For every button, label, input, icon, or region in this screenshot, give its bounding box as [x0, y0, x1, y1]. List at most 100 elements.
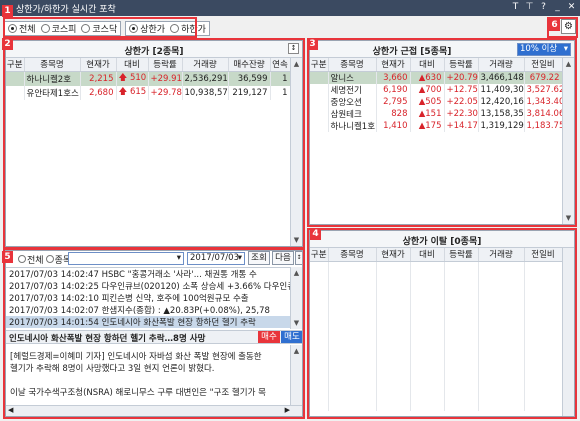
change-value: 151	[425, 108, 442, 119]
list-item[interactable]: 2017/07/03 14:02:07 한샘지수(종합) : ▲20.83P(+…	[6, 304, 292, 316]
radio-dot	[45, 255, 54, 263]
radio-all[interactable]: 전체	[8, 22, 36, 35]
column-header[interactable]: 전일비	[524, 58, 563, 72]
column-header[interactable]: 구분	[310, 58, 329, 72]
vertical-scrollbar[interactable]: ▲ ▼	[562, 58, 574, 224]
news-list-scrollbar[interactable]: ▲ ▼	[290, 267, 302, 329]
scroll-down-icon[interactable]: ▼	[291, 317, 302, 329]
search-button[interactable]: 조회	[248, 251, 270, 265]
column-header[interactable]: 등락률	[444, 248, 479, 262]
radio-dot	[129, 23, 139, 33]
calendar-icon: ▾	[237, 253, 242, 263]
news-body: [헤럴드경제=이혜미 기자] 인도네시아 자바섬 화산 폭발 현장에 출동한 헬…	[10, 351, 290, 399]
change-value: 615	[129, 86, 147, 97]
column-header[interactable]: 구분	[6, 58, 25, 72]
price-cell: 2,795	[376, 95, 411, 108]
help-icon[interactable]: ?	[539, 2, 548, 13]
badge-5: 5	[2, 251, 13, 263]
radio-upper-limit[interactable]: 상한가	[129, 22, 165, 35]
table-row[interactable]: 하나니켈2호 2,215 🡅 510 +29.91 2,536,291 36,5…	[6, 71, 291, 86]
column-header[interactable]: 거래량	[182, 58, 229, 72]
list-item[interactable]: 2017/07/03 14:01:54 인도네시아 화산폭발 현장 항하던 헬기…	[6, 316, 292, 328]
table-row[interactable]: 알니스 3,660 ▲630 +20.79 3,466,148 679.22	[310, 71, 563, 84]
column-header[interactable]: 현재가	[376, 58, 411, 72]
radio-label: 코스피	[51, 24, 77, 35]
column-header[interactable]: 현재가	[376, 248, 411, 262]
settings-button[interactable]: ⚙	[561, 19, 576, 34]
limit-break-table: 구분 종목명 현재가 대비 등락률 거래량 전일비	[310, 248, 563, 411]
news-headline-bar: 인도네시아 화산폭발 현장 항하던 헬기 추락…8명 사망 매수 매도	[6, 330, 302, 344]
streak-cell: 1	[270, 85, 291, 100]
scroll-up-icon[interactable]: ▲	[291, 345, 302, 357]
market-filter: 전체 코스피 코스닥 상한가 하한가	[4, 19, 210, 37]
scroll-up-icon[interactable]: ▲	[291, 267, 302, 279]
column-header[interactable]: 현재가	[80, 58, 117, 72]
price-cell: 6,190	[376, 83, 411, 96]
column-header[interactable]: 매수잔량	[228, 58, 271, 72]
font-size-icon[interactable]: T	[511, 2, 520, 13]
scroll-up-icon[interactable]: ▲	[563, 58, 574, 70]
column-header[interactable]: 대비	[116, 58, 149, 72]
table-row[interactable]: 삼원테크 828 ▲151 +22.30 13,158,356 3,814.06	[310, 107, 563, 120]
rate-cell: +12.75	[444, 83, 479, 96]
pin-icon[interactable]: ⊤	[525, 2, 534, 13]
table-header: 구분 종목명 현재가 대비 등락률 거래량 전일비	[310, 248, 563, 262]
prev-ratio-cell: 3,527.62	[524, 83, 563, 96]
minimize-icon[interactable]: _	[553, 2, 562, 13]
column-header[interactable]: 종목명	[24, 58, 81, 72]
vertical-scrollbar[interactable]	[562, 248, 574, 416]
scroll-down-icon[interactable]: ▼	[563, 212, 574, 224]
threshold-dropdown[interactable]: 10% 이상 ▾	[517, 43, 571, 56]
radio-kospi[interactable]: 코스피	[40, 22, 77, 35]
change-value: 505	[425, 96, 442, 107]
column-header[interactable]: 종목명	[328, 58, 377, 72]
sell-button[interactable]: 매도	[281, 331, 302, 343]
scroll-up-icon[interactable]: ▲	[291, 58, 302, 70]
close-icon[interactable]: ✕	[567, 2, 576, 13]
expand-icon[interactable]: ↕	[295, 251, 302, 265]
column-header[interactable]: 거래량	[478, 248, 525, 262]
column-header[interactable]: 대비	[410, 248, 445, 262]
column-header[interactable]: 연속	[270, 58, 291, 72]
radio-label: 전체	[27, 255, 44, 266]
radio-kosdaq[interactable]: 코스닥	[81, 22, 117, 35]
column-header[interactable]: 전일비	[524, 248, 563, 262]
buy-button[interactable]: 매수	[258, 331, 280, 343]
list-item[interactable]: 2017/07/03 14:02:47 HSBC "홍콩거래소 '사라'... …	[6, 268, 292, 280]
table-row[interactable]: 유안타제1호스 2,680 🡅 615 +29.78 10,938,575 21…	[6, 85, 291, 100]
scroll-left-icon[interactable]: ◀	[8, 406, 13, 414]
empty-area	[310, 261, 563, 411]
news-body-line: 이날 국가수색구조청(NSRA) 해로니무스 구루 대변인은 "구조 헬기가 목	[10, 388, 266, 398]
radio-label: 하한가	[181, 24, 206, 35]
change-cell: ▲700	[410, 83, 445, 96]
table-row[interactable]: 세명전기 6,190 ▲700 +12.75 11,409,300 3,527.…	[310, 83, 563, 96]
column-header[interactable]: 등락률	[148, 58, 183, 72]
column-header[interactable]: 등락률	[444, 58, 479, 72]
radio-lower-limit[interactable]: 하한가	[170, 22, 206, 35]
date-picker[interactable]: 2017/07/03 ▾	[187, 252, 245, 265]
radio-dot	[8, 23, 17, 33]
table-row[interactable]: 하나니켈1호 1,410 ▲175 +14.17 1,319,129 1,183…	[310, 119, 563, 132]
scroll-right-icon[interactable]: ▶	[285, 406, 290, 414]
scroll-down-icon[interactable]: ▼	[291, 234, 302, 246]
column-header[interactable]: 종목명	[328, 248, 377, 262]
dropdown-value: 10% 이상	[520, 44, 558, 54]
table-row[interactable]: 중앙오션 2,795 ▲505 +22.05 12,420,162 1,343.…	[310, 95, 563, 108]
column-header[interactable]: 거래량	[478, 58, 525, 72]
vertical-scrollbar[interactable]: ▲ ▼	[290, 58, 302, 246]
stock-search-input[interactable]: ▾	[68, 252, 184, 265]
horizontal-scrollbar[interactable]: ◀ ▶	[6, 405, 302, 416]
radio-news-all[interactable]: 전체	[18, 253, 44, 266]
list-item[interactable]: 2017/07/03 14:02:10 피킨슨병 신약, 호주에 100억원규모…	[6, 292, 292, 304]
news-body-scrollbar[interactable]: ▲	[290, 345, 302, 405]
sort-toggle-icon[interactable]: ↕	[288, 43, 299, 54]
bid-cell: 36,599	[228, 71, 271, 86]
radio-dot	[40, 23, 50, 33]
volume-cell: 12,420,162	[478, 95, 525, 108]
list-item[interactable]: 2017/07/03 14:02:25 다우인큐브(020120) 소폭 상승세…	[6, 280, 292, 292]
next-button[interactable]: 다음	[272, 251, 294, 265]
column-header[interactable]: 대비	[410, 58, 445, 72]
change-value: 700	[425, 84, 442, 95]
stock-name: 하나니켈2호	[24, 71, 81, 86]
column-header[interactable]: 구분	[310, 248, 329, 262]
